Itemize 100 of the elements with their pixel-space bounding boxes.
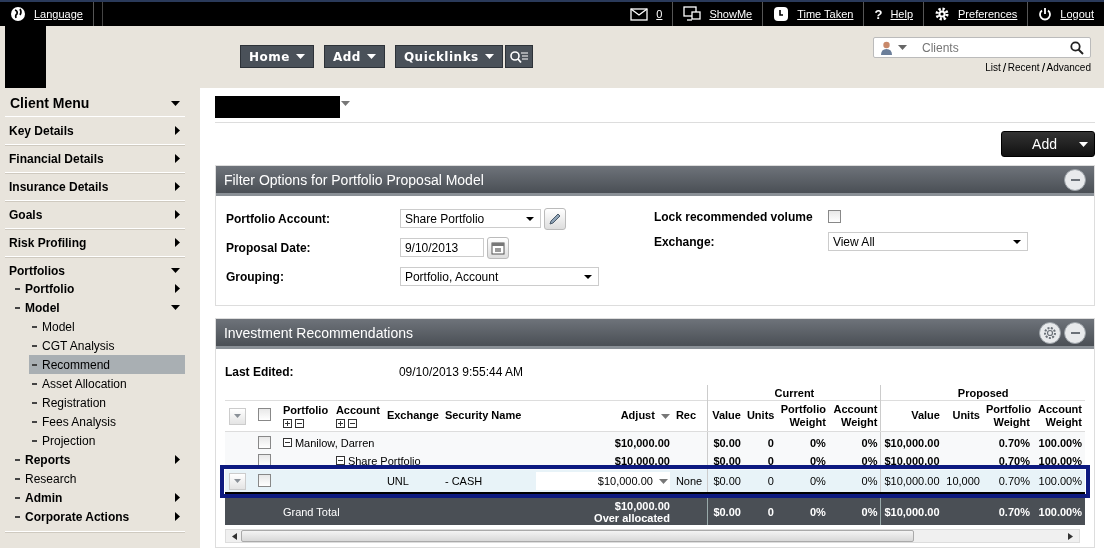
search-mode-link[interactable]: Recent (1007, 62, 1040, 73)
arrow-right-icon (174, 455, 180, 464)
nav-menu-button[interactable]: Quicklinks (394, 45, 503, 68)
person-icon (880, 40, 893, 55)
table-cell: None (675, 475, 703, 487)
top-bar-link[interactable]: Language (34, 8, 83, 20)
menu-item[interactable]: Registration (5, 393, 185, 412)
top-bar-link[interactable]: Help (890, 8, 914, 20)
column-header[interactable]: Portfolio Weight (776, 400, 829, 432)
menu-item[interactable]: Asset Allocation (5, 374, 185, 393)
arrow-right-icon (174, 512, 180, 521)
column-header[interactable]: Account Weight (1032, 400, 1085, 432)
collapse-icon[interactable] (335, 456, 345, 466)
nav-menu-button[interactable]: Add (323, 45, 385, 68)
table-cell: 0 (767, 437, 774, 449)
menu-item[interactable]: Fees Analysis (5, 412, 185, 431)
column-header[interactable]: Portfolio Weight (982, 400, 1033, 432)
search-list-button[interactable] (504, 45, 533, 68)
table-cell: 0% (810, 506, 826, 518)
table-cell: 0% (810, 455, 826, 467)
menu-item[interactable]: Key Details (5, 122, 185, 139)
table-cell: $0.00 (713, 506, 741, 518)
collapse-button[interactable] (1064, 168, 1086, 191)
collapse-button[interactable] (1064, 321, 1086, 344)
field-label: Portfolio Account: (225, 211, 332, 226)
menu-item[interactable]: Insurance Details (5, 178, 185, 195)
column-header[interactable]: Value (880, 400, 943, 432)
table-cell: 0% (861, 455, 878, 467)
column-group-header: Proposed (880, 385, 1085, 401)
row-menu-button[interactable] (228, 407, 246, 425)
table-cell: Over allocated (594, 512, 670, 525)
row-menu-button[interactable] (228, 472, 246, 490)
caret-icon (583, 274, 592, 279)
column-header[interactable]: Value (707, 400, 744, 432)
table-cell: 0% (810, 475, 826, 487)
dropdown-field[interactable]: View All (827, 232, 1028, 251)
top-bar-link[interactable]: Time Taken (797, 8, 854, 20)
settings-button[interactable] (1039, 321, 1061, 344)
checkbox[interactable] (258, 473, 272, 487)
menu-item[interactable]: Admin (5, 488, 185, 507)
table-cell: $10,000.00 (614, 436, 670, 450)
column-header[interactable]: Adjust (620, 409, 655, 423)
menu-item[interactable]: Portfolio (5, 279, 185, 298)
checkbox[interactable] (258, 407, 272, 421)
edit-button[interactable] (543, 207, 566, 230)
caret-icon (340, 101, 350, 106)
menu-item[interactable]: Corporate Actions (5, 507, 185, 526)
panel-title: Investment Recommendations (223, 324, 414, 341)
expand-collapse-icon[interactable] (282, 418, 304, 428)
arrow-right-icon[interactable] (1067, 532, 1073, 540)
horizontal-scrollbar[interactable] (224, 529, 1080, 543)
column-header[interactable]: Security Name (441, 400, 528, 432)
column-header[interactable]: Account (335, 404, 380, 418)
client-search-box[interactable]: Clients (873, 37, 1091, 58)
menu-item[interactable]: Financial Details (5, 150, 185, 167)
top-bar-link[interactable]: 0 (656, 8, 663, 20)
column-header[interactable]: Units (743, 400, 777, 432)
collapse-icon[interactable] (282, 438, 292, 448)
table-cell: $0.00 (713, 455, 741, 467)
column-header[interactable]: Rec (672, 400, 708, 432)
menu-item[interactable]: Research (5, 469, 185, 488)
search-mode-link[interactable]: Advanced (1046, 62, 1091, 73)
menu-item[interactable]: Recommend (29, 355, 185, 374)
menu-item[interactable]: Model (5, 298, 185, 317)
caret-icon (1012, 239, 1021, 244)
menu-item[interactable]: Reports (5, 450, 185, 469)
caret-icon (898, 45, 907, 50)
top-bar-link[interactable]: ShowMe (709, 8, 753, 20)
column-header[interactable]: Units (942, 400, 983, 432)
column-header[interactable]: Exchange (383, 400, 442, 432)
menu-item[interactable]: Goals (5, 206, 185, 223)
last-edited-value: 09/10/2013 9:55:44 AM (398, 365, 523, 379)
envelope-icon (630, 7, 649, 21)
table-cell: $0.00 (713, 437, 741, 449)
date-field[interactable]: 9/10/2013 (399, 238, 484, 257)
column-header[interactable]: Portfolio (282, 404, 329, 418)
table-cell: 0.70% (998, 437, 1030, 449)
sidebar-title[interactable]: Client Menu (5, 90, 185, 117)
table-cell: 0 (767, 475, 774, 487)
add-button[interactable]: Add (1001, 131, 1095, 157)
checkbox[interactable] (258, 435, 272, 449)
dropdown-field[interactable]: Portfolio, Account (399, 267, 599, 286)
amount-dropdown[interactable]: $10,000.00 (535, 472, 670, 490)
menu-item[interactable]: Model (5, 317, 185, 336)
top-bar-link[interactable]: Preferences (958, 8, 1018, 20)
expand-collapse-icon[interactable] (335, 418, 357, 428)
column-header[interactable]: Account Weight (828, 400, 881, 432)
search-mode-link[interactable]: List (985, 62, 1001, 73)
menu-item[interactable]: Risk Profiling (5, 234, 185, 251)
menu-item[interactable]: Projection (5, 431, 185, 450)
dropdown-field[interactable]: Share Portfolio (399, 209, 541, 228)
menu-item[interactable]: CGT Analysis (5, 336, 185, 355)
arrow-right-icon (174, 493, 180, 502)
arrow-right-icon (174, 238, 180, 247)
calendar-button[interactable] (486, 236, 509, 259)
top-bar-link[interactable]: Logout (1060, 8, 1094, 20)
nav-menu-button[interactable]: Home (240, 45, 314, 68)
arrow-left-icon[interactable] (231, 532, 237, 540)
menu-item[interactable]: Portfolios (5, 262, 185, 279)
checkbox[interactable] (827, 210, 841, 223)
